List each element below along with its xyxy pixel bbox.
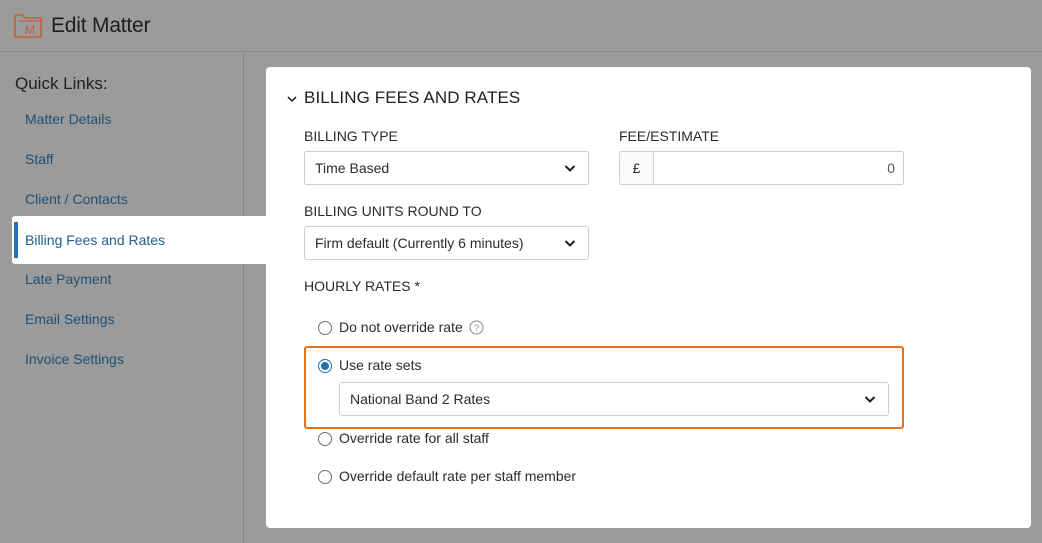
radio-button[interactable]: [318, 432, 332, 446]
billing-type-label: BILLING TYPE: [304, 128, 398, 144]
page-title: Edit Matter: [51, 14, 151, 37]
chevron-down-icon: [564, 240, 576, 247]
hourly-rates-label: HOURLY RATES *: [304, 278, 420, 294]
radio-label: Override default rate per staff member: [339, 468, 577, 484]
billing-type-select[interactable]: Time Based: [304, 151, 589, 185]
radio-override-all-staff[interactable]: Override rate for all staff: [318, 429, 558, 449]
sidebar-item-billing-fees-and-rates[interactable]: Billing Fees and Rates: [12, 216, 266, 264]
chevron-down-icon: [864, 396, 876, 403]
fee-estimate-input[interactable]: [655, 152, 903, 184]
sidebar-item-matter-details[interactable]: Matter Details: [25, 111, 111, 133]
radio-do-not-override[interactable]: Do not override rate ?: [318, 318, 518, 338]
radio-button[interactable]: [318, 470, 332, 484]
billing-fees-card: BILLING FEES AND RATES BILLING TYPE Time…: [266, 67, 1031, 528]
radio-label: Do not override rate: [339, 319, 463, 335]
quick-links-title: Quick Links:: [15, 74, 108, 93]
fee-estimate-group: £: [619, 151, 904, 185]
billing-units-round-label: BILLING UNITS ROUND TO: [304, 203, 482, 219]
rate-set-select[interactable]: National Band 2 Rates: [339, 382, 889, 416]
billing-type-value: Time Based: [315, 160, 390, 176]
currency-symbol: £: [620, 152, 654, 184]
rate-set-value: National Band 2 Rates: [350, 391, 491, 407]
page-header: M Edit Matter: [0, 0, 1042, 52]
svg-text:?: ?: [474, 323, 479, 334]
matter-folder-icon: M: [14, 14, 42, 38]
radio-button[interactable]: [318, 359, 332, 373]
svg-text:M: M: [25, 23, 35, 37]
sidebar-item-late-payment[interactable]: Late Payment: [25, 271, 111, 293]
sidebar-item-staff[interactable]: Staff: [25, 151, 54, 173]
chevron-down-icon[interactable]: [286, 94, 298, 104]
radio-override-per-staff[interactable]: Override default rate per staff member: [318, 467, 618, 487]
sidebar-item-invoice-settings[interactable]: Invoice Settings: [25, 351, 124, 373]
radio-label: Override rate for all staff: [339, 430, 489, 446]
radio-use-rate-sets[interactable]: Use rate sets: [318, 356, 518, 376]
sidebar-item-client-contacts[interactable]: Client / Contacts: [25, 191, 128, 213]
fee-estimate-label: FEE/ESTIMATE: [619, 128, 720, 144]
radio-button[interactable]: [318, 321, 332, 335]
quick-links-sidebar: Quick Links: Matter Details Staff Client…: [0, 53, 266, 543]
chevron-down-icon: [564, 165, 576, 172]
billing-units-round-select[interactable]: Firm default (Currently 6 minutes): [304, 226, 589, 260]
help-icon[interactable]: ?: [469, 320, 484, 335]
sidebar-item-email-settings[interactable]: Email Settings: [25, 311, 114, 333]
radio-label: Use rate sets: [339, 357, 422, 373]
section-title: BILLING FEES AND RATES: [304, 88, 521, 107]
billing-units-round-value: Firm default (Currently 6 minutes): [315, 235, 524, 251]
